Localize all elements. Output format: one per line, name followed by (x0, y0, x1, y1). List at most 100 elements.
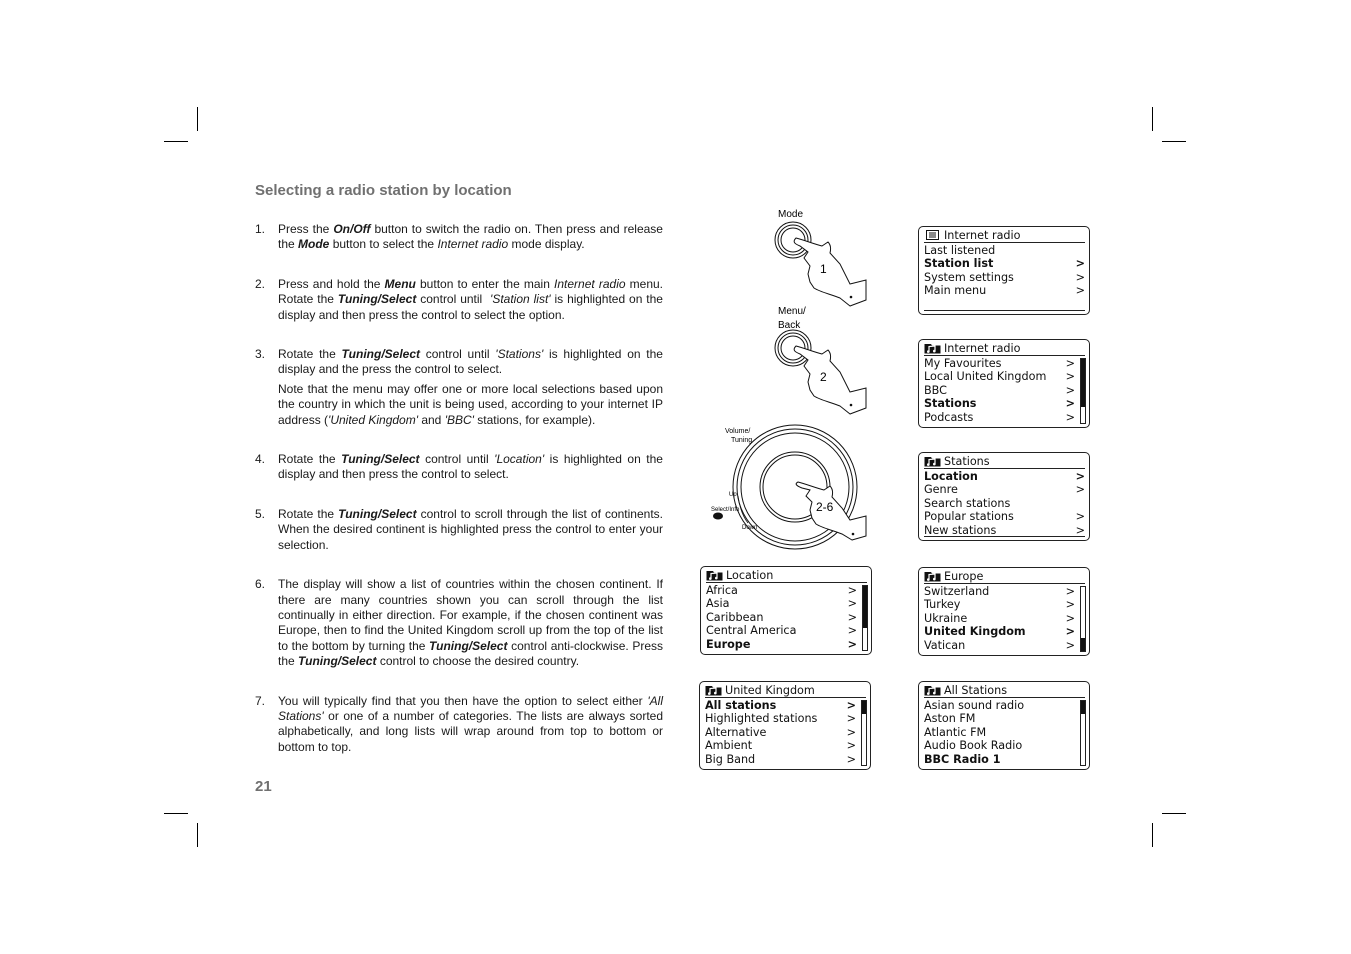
screen-header: Stations (924, 454, 1085, 469)
step-note: Note that the menu may offer one or more… (278, 381, 663, 427)
menu-item[interactable]: Asian sound radio (924, 699, 1085, 712)
step-text: Press and hold the Menu button to enter … (278, 276, 664, 322)
menu-item-selected[interactable]: United Kingdom > (924, 625, 1085, 638)
menu-list: My Favourites > Local United Kingdom > BBC > S… (924, 357, 1085, 424)
menu-item[interactable]: Last listened (924, 244, 1085, 257)
menu-item[interactable]: Switzerland > (924, 585, 1085, 598)
menu-item[interactable]: New stations > (924, 524, 1085, 537)
chevron-right-icon (1075, 244, 1085, 257)
chevron-right-icon (1065, 699, 1075, 712)
scrollbar-thumb[interactable] (1081, 638, 1085, 651)
chevron-right-icon: > (1065, 625, 1075, 639)
screen-title: Stations (944, 454, 990, 468)
menu-item-label: Europe (706, 637, 751, 651)
menu-item[interactable]: Atlantic FM (924, 726, 1085, 739)
menu-item[interactable]: Audio Book Radio (924, 739, 1085, 752)
menu-item[interactable]: Big Band > (705, 753, 866, 766)
screen-title: All Stations (944, 683, 1008, 697)
menu-item[interactable]: Aston FM (924, 712, 1085, 725)
menu-item-label: Alternative (705, 725, 767, 739)
menu-item-selected[interactable]: Location > (924, 470, 1085, 483)
crop-mark (197, 107, 198, 131)
menu-item-label: Asia (706, 597, 730, 611)
chevron-right-icon: > (846, 712, 856, 726)
scrollbar[interactable] (861, 700, 867, 766)
scrollbar-thumb[interactable] (1081, 359, 1085, 407)
menu-item[interactable]: My Favourites > (924, 357, 1085, 370)
menu-item-selected[interactable]: Europe > (706, 638, 867, 651)
menu-item-label: Atlantic FM (924, 725, 987, 739)
step-2: 2. Press and hold the Menu button to ent… (255, 277, 663, 323)
menu-item-selected[interactable]: Stations > (924, 397, 1085, 410)
menu-item[interactable]: Popular stations > (924, 510, 1085, 523)
scrollbar-thumb[interactable] (863, 586, 867, 628)
screen-header: Internet radio (924, 341, 1085, 356)
menu-item[interactable]: Highlighted stations > (705, 712, 866, 725)
menu-item-label: Main menu (924, 284, 987, 298)
chevron-right-icon: > (1075, 483, 1085, 497)
menu-item-label: Location (924, 470, 978, 483)
crop-mark (164, 813, 188, 814)
chevron-right-icon: > (1075, 523, 1085, 537)
menu-item[interactable]: Search stations (924, 497, 1085, 510)
step-marker: 1 (820, 262, 827, 276)
scrollbar[interactable] (862, 585, 868, 651)
scrollbar[interactable] (1080, 586, 1086, 652)
step-1: 1. Press the On/Off button to switch the… (255, 222, 663, 253)
menu-item-selected[interactable]: Station list > (924, 257, 1085, 270)
menu-list: All stations > Highlighted stations > Altern… (705, 699, 866, 766)
menu-item[interactable]: Genre > (924, 483, 1085, 496)
menu-item-label: Aston FM (924, 712, 976, 726)
step-number: 4. (255, 452, 266, 467)
menu-item[interactable]: Africa > (706, 584, 867, 597)
menu-item[interactable]: Caribbean > (706, 611, 867, 624)
step-5: 5. Rotate the Tuning/Select control to s… (255, 507, 663, 553)
crop-mark (1162, 141, 1186, 142)
chevron-right-icon: > (1075, 510, 1085, 524)
menu-item[interactable]: Vatican > (924, 639, 1085, 652)
menu-item[interactable]: Ambient > (705, 739, 866, 752)
chevron-right-icon: > (1065, 410, 1075, 424)
page-title: Selecting a radio station by location (255, 182, 512, 199)
scrollbar[interactable] (1080, 700, 1086, 766)
step-7: 7. You will typically find that you then… (255, 694, 663, 756)
chevron-right-icon: > (846, 699, 856, 712)
menu-list: Asian sound radio Aston FM Atlantic FM Audi… (924, 699, 1085, 766)
step-number: 5. (255, 506, 266, 521)
menu-item[interactable]: System settings > (924, 271, 1085, 284)
crop-mark (1152, 823, 1153, 847)
menu-item[interactable]: BBC > (924, 384, 1085, 397)
menu-item-label: United Kingdom (924, 625, 1026, 639)
chevron-right-icon (1075, 497, 1085, 510)
menu-list: Africa > Asia > Caribbean > Central America > Eu… (706, 584, 867, 651)
menu-item-selected[interactable]: BBC Radio 1 (924, 753, 1085, 766)
music-folder-icon (924, 571, 941, 582)
scrollbar-thumb[interactable] (1081, 701, 1085, 714)
scrollbar[interactable] (1080, 358, 1086, 424)
menu-item-label: Switzerland (924, 585, 990, 598)
lcd-location: Location Africa > Asia > Caribbean > Central Am… (700, 566, 872, 655)
menu-item[interactable]: Local United Kingdom > (924, 370, 1085, 383)
music-folder-icon (705, 685, 722, 696)
step-number: 7. (255, 693, 266, 708)
menu-item[interactable]: Turkey > (924, 598, 1085, 611)
menu-list: Location > Genre > Search stations Popular st… (924, 470, 1085, 537)
chevron-right-icon: > (846, 739, 856, 753)
chevron-right-icon (1065, 739, 1075, 752)
menu-item-selected[interactable]: All stations > (705, 699, 866, 712)
menu-item[interactable]: Asia > (706, 597, 867, 610)
menu-item[interactable]: Podcasts > (924, 411, 1085, 424)
menu-item[interactable]: Ukraine > (924, 612, 1085, 625)
menu-item[interactable]: Central America > (706, 624, 867, 637)
menu-item[interactable]: Main menu > (924, 284, 1085, 297)
music-folder-icon (924, 343, 941, 354)
scrollbar-thumb[interactable] (862, 701, 866, 714)
menu-item-label: Ambient (705, 739, 753, 753)
chevron-right-icon: > (846, 752, 856, 766)
menu-item-label: Turkey (924, 598, 961, 612)
lcd-internet-radio-stations: Internet radio My Favourites > Local United… (918, 339, 1090, 428)
chevron-right-icon: > (1075, 257, 1085, 271)
music-folder-icon (924, 685, 941, 696)
step-text: Rotate the Tuning/Select control to scro… (278, 506, 663, 552)
menu-item[interactable]: Alternative > (705, 726, 866, 739)
